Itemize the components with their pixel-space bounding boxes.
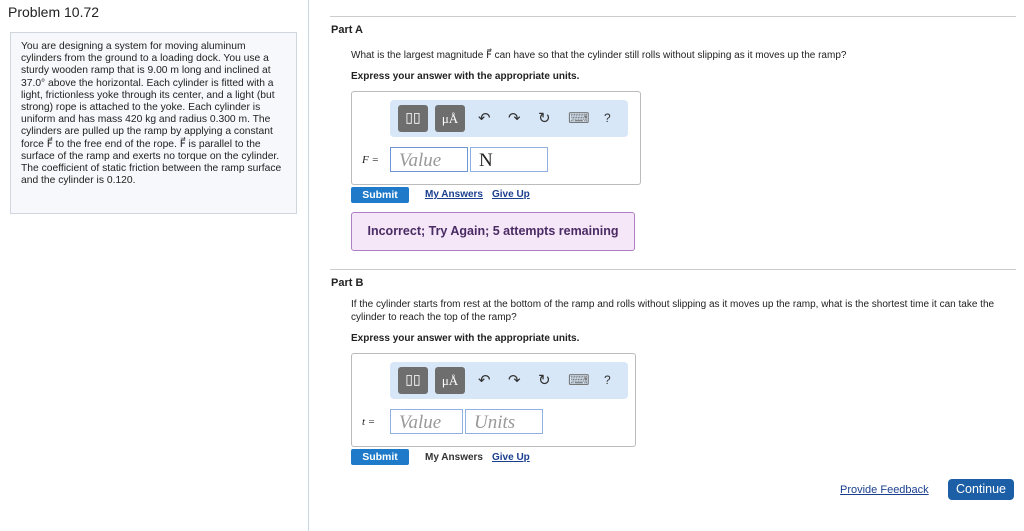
part-a-instructions: Express your answer with the appropriate… xyxy=(351,71,580,82)
keyboard-icon[interactable]: ⌨ xyxy=(568,109,590,127)
reset-icon[interactable]: ↻ xyxy=(538,371,551,389)
variable-label: F = xyxy=(362,154,379,166)
problem-statement: You are designing a system for moving al… xyxy=(10,32,297,214)
units-input[interactable]: N xyxy=(470,147,548,172)
redo-icon[interactable]: ↷ xyxy=(508,371,521,389)
part-b-question: If the cylinder starts from rest at the … xyxy=(351,299,995,323)
value-input[interactable]: Value xyxy=(390,147,468,172)
my-answers-link[interactable]: My Answers xyxy=(425,452,483,463)
redo-icon[interactable]: ↷ xyxy=(508,109,521,127)
problem-title: Problem 10.72 xyxy=(8,4,100,20)
units-input[interactable]: Units xyxy=(465,409,543,434)
keyboard-icon[interactable]: ⌨ xyxy=(568,371,590,389)
variable-label: t = xyxy=(362,416,376,428)
units-button[interactable]: μÅ xyxy=(435,367,465,394)
undo-icon[interactable]: ↶ xyxy=(478,371,491,389)
reset-icon[interactable]: ↻ xyxy=(538,109,551,127)
templates-button[interactable]: ▯▯ xyxy=(398,367,428,394)
undo-icon[interactable]: ↶ xyxy=(478,109,491,127)
math-toolbar: ▯▯ μÅ ↶ ↷ ↻ ⌨ ? xyxy=(390,362,628,399)
give-up-link[interactable]: Give Up xyxy=(492,189,530,200)
continue-button[interactable]: Continue xyxy=(948,479,1014,500)
my-answers-link[interactable]: My Answers xyxy=(425,189,483,200)
submit-button[interactable]: Submit xyxy=(351,187,409,203)
part-a-question: What is the largest magnitude F⃗ can hav… xyxy=(351,50,847,61)
help-icon[interactable]: ? xyxy=(604,111,611,125)
divider xyxy=(330,16,1016,17)
value-input[interactable]: Value xyxy=(390,409,463,434)
problem-panel: Problem 10.72 You are designing a system… xyxy=(0,0,309,531)
part-b-answer-box: ▯▯ μÅ ↶ ↷ ↻ ⌨ ? t = Value Units xyxy=(351,353,636,447)
units-button[interactable]: μÅ xyxy=(435,105,465,132)
divider xyxy=(330,269,1016,270)
part-a-label: Part A xyxy=(331,24,363,36)
help-icon[interactable]: ? xyxy=(604,373,611,387)
provide-feedback-link[interactable]: Provide Feedback xyxy=(840,484,929,496)
give-up-link[interactable]: Give Up xyxy=(492,452,530,463)
submit-button[interactable]: Submit xyxy=(351,449,409,465)
math-toolbar: ▯▯ μÅ ↶ ↷ ↻ ⌨ ? xyxy=(390,100,628,137)
part-b-label: Part B xyxy=(331,277,364,289)
templates-button[interactable]: ▯▯ xyxy=(398,105,428,132)
part-a-answer-box: ▯▯ μÅ ↶ ↷ ↻ ⌨ ? F = Value N xyxy=(351,91,641,185)
part-b-instructions: Express your answer with the appropriate… xyxy=(351,333,580,344)
feedback-message: Incorrect; Try Again; 5 attempts remaini… xyxy=(351,212,635,251)
